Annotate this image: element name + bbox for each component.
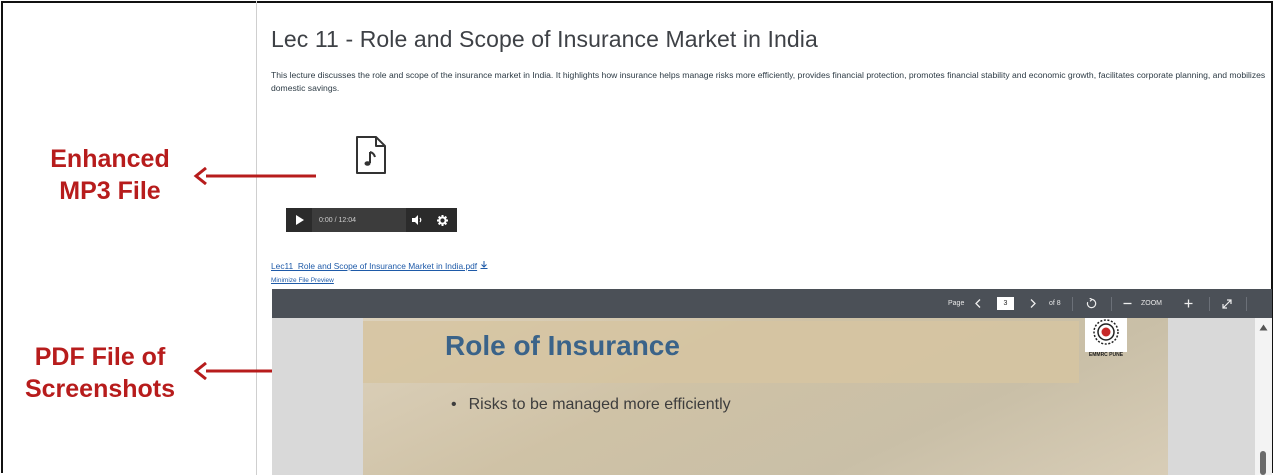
pdf-file-link[interactable]: Lec11_Role and Scope of Insurance Market…	[271, 261, 488, 271]
bullet-dot: •	[451, 396, 457, 413]
slide-bullet-text: Risks to be managed more efficiently	[468, 396, 731, 413]
download-icon[interactable]	[480, 261, 488, 271]
rotate-button[interactable]	[1083, 289, 1099, 318]
pdf-annotation-line-2: Screenshots	[24, 375, 176, 403]
page-total: of 8	[1049, 300, 1061, 307]
prev-page-button[interactable]	[971, 289, 985, 318]
chevron-right-icon	[1030, 299, 1036, 308]
slide-page: Role of Insurance • Risks to be managed m…	[363, 318, 1168, 475]
content-divider	[256, 1, 257, 475]
pdf-file-name: Lec11_Role and Scope of Insurance Market…	[271, 261, 478, 271]
play-button[interactable]	[286, 208, 312, 232]
logo-text: EMMRC PUNE	[1088, 352, 1124, 358]
chevron-left-icon	[975, 299, 981, 308]
pdf-annotation-line-1: PDF File of	[34, 343, 166, 371]
lecture-title: Lec 11 - Role and Scope of Insurance Mar…	[271, 26, 818, 52]
toolbar-divider	[1111, 297, 1112, 311]
emmrc-logo: EMMRC PUNE	[1085, 318, 1127, 358]
expand-icon	[1222, 298, 1232, 309]
next-page-button[interactable]	[1026, 289, 1040, 318]
document-area[interactable]: Role of Insurance • Risks to be managed m…	[272, 318, 1272, 475]
page-number-input[interactable]: 3	[997, 297, 1014, 310]
slide-bullet: • Risks to be managed more efficiently	[451, 396, 731, 414]
zoom-label: ZOOM	[1141, 300, 1162, 307]
plus-icon	[1184, 299, 1192, 308]
viewer-toolbar: Page 3 of 8 ZOOM	[272, 289, 1272, 318]
scrollbar-thumb[interactable]	[1260, 451, 1266, 475]
lecture-description: This lecture discusses the role and scop…	[271, 70, 1266, 93]
logo-emblem-icon	[1085, 318, 1127, 358]
mp3-annotation-line-2: MP3 File	[59, 177, 161, 205]
toolbar-divider	[1072, 297, 1073, 311]
play-icon	[295, 215, 304, 225]
minimize-preview-link[interactable]: Minimize File Preview	[271, 277, 334, 284]
audio-progress[interactable]: 0:00 / 12:04	[312, 208, 406, 232]
pdf-viewer: Page 3 of 8 ZOOM Role of Insurance • Ris…	[272, 289, 1272, 475]
audio-player: 0:00 / 12:04	[286, 208, 457, 232]
zoom-out-button[interactable]	[1121, 289, 1133, 318]
scroll-up-icon[interactable]	[1259, 324, 1268, 331]
settings-button[interactable]	[430, 208, 454, 232]
audio-time: 0:00 / 12:04	[319, 216, 356, 224]
music-file-icon[interactable]	[354, 135, 388, 175]
mp3-annotation: Enhanced MP3 File	[20, 143, 200, 207]
fullscreen-button[interactable]	[1220, 289, 1234, 318]
minus-icon	[1123, 302, 1131, 305]
page-label: Page	[948, 300, 965, 307]
mp3-annotation-line-1: Enhanced	[50, 145, 170, 173]
volume-button[interactable]	[406, 208, 430, 232]
rotate-icon	[1086, 298, 1096, 309]
toolbar-divider	[1209, 297, 1210, 311]
pdf-annotation: PDF File of Screenshots	[10, 341, 190, 405]
zoom-in-button[interactable]	[1182, 289, 1194, 318]
gear-icon	[436, 214, 448, 226]
slide-title: Role of Insurance	[445, 330, 680, 361]
volume-icon	[412, 215, 422, 225]
mp3-annotation-arrow	[193, 167, 316, 185]
toolbar-divider	[1246, 297, 1247, 311]
vertical-scrollbar[interactable]	[1255, 318, 1272, 475]
